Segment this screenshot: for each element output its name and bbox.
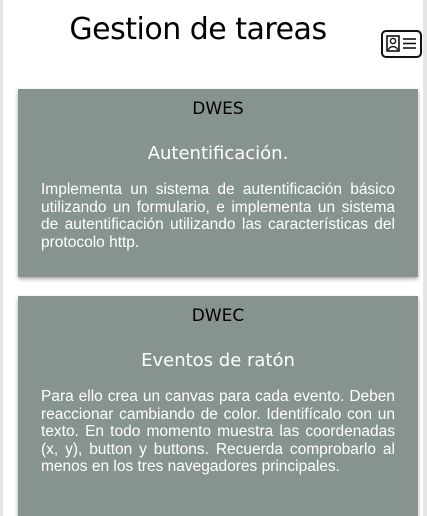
left-scroll-edge (0, 0, 3, 516)
right-scroll-edge (423, 0, 427, 516)
task-title: Autentificación. (147, 143, 289, 164)
task-description: Para ello crea un canvas para cada event… (41, 388, 395, 475)
task-card: DWES Autentificación. Implementa un sist… (18, 89, 418, 277)
task-subject: DWES (192, 99, 244, 119)
task-description: Implementa un sistema de autentificación… (41, 181, 395, 251)
profile-button[interactable] (381, 30, 422, 58)
contact-card-icon (386, 35, 416, 52)
task-subject: DWEC (191, 306, 245, 326)
task-title: Eventos de ratón (141, 350, 295, 371)
page-title: Gestion de tareas (69, 12, 327, 47)
task-card: DWEC Eventos de ratón Para ello crea un … (18, 296, 418, 516)
